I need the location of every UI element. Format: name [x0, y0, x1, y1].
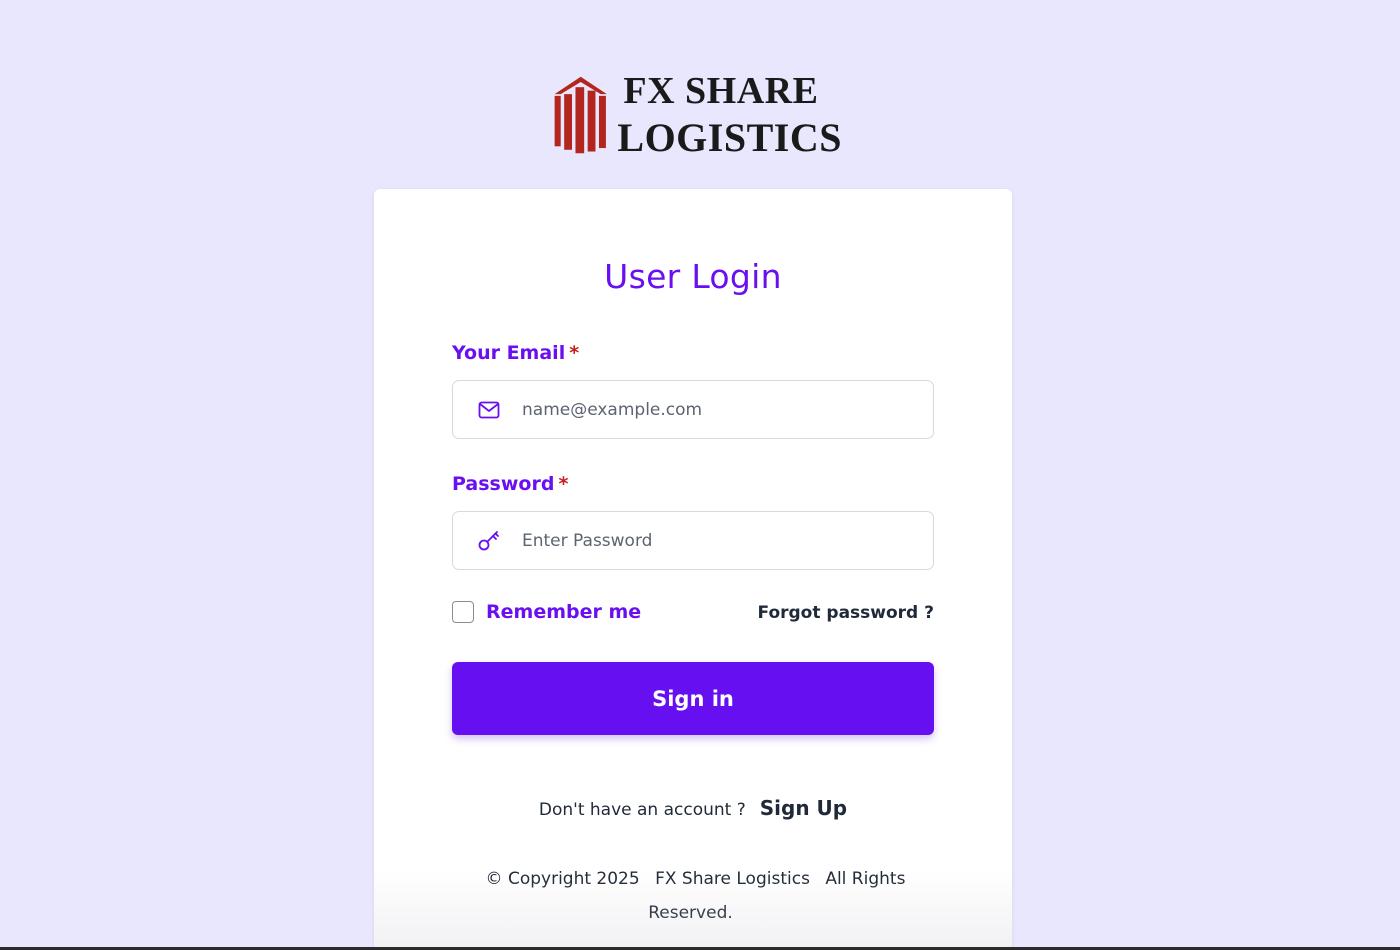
- brand-name-line2: LOGISTICS: [617, 115, 842, 160]
- brand-name-line1: FX SHARE: [623, 70, 819, 112]
- page-title: User Login: [604, 257, 782, 296]
- copyright-footer: © Copyright 2025 FX Share Logistics All …: [474, 862, 912, 930]
- mail-icon: [477, 398, 501, 422]
- remember-me-checkbox[interactable]: [452, 601, 474, 623]
- password-label: Password *: [452, 473, 568, 495]
- key-icon: [477, 529, 501, 553]
- email-label-text: Your Email: [452, 342, 566, 364]
- password-input[interactable]: [522, 530, 922, 551]
- email-required-marker: *: [569, 342, 580, 364]
- sign-in-button[interactable]: Sign in: [452, 662, 934, 735]
- company-name: FX Share Logistics: [655, 869, 810, 889]
- signup-prompt: Don't have an account ? Sign Up: [374, 796, 1012, 820]
- email-label: Your Email *: [452, 342, 579, 364]
- password-field[interactable]: [452, 511, 934, 570]
- email-input[interactable]: [522, 399, 922, 420]
- no-account-text: Don't have an account ?: [538, 800, 746, 820]
- forgot-password-link[interactable]: Forgot password ?: [758, 603, 934, 623]
- remember-me-label[interactable]: Remember me: [486, 601, 641, 623]
- password-required-marker: *: [558, 473, 569, 495]
- email-field[interactable]: [452, 380, 934, 439]
- remember-me: Remember me: [452, 601, 641, 623]
- copyright-text: © Copyright 2025: [485, 869, 640, 889]
- password-label-text: Password: [452, 473, 555, 495]
- building-columns-icon: [554, 76, 607, 154]
- sign-up-link[interactable]: Sign Up: [760, 796, 847, 820]
- login-card: User Login Your Email* Password* Remembe…: [374, 189, 1012, 950]
- brand-logo: FX SHARE LOGISTICS: [552, 68, 842, 162]
